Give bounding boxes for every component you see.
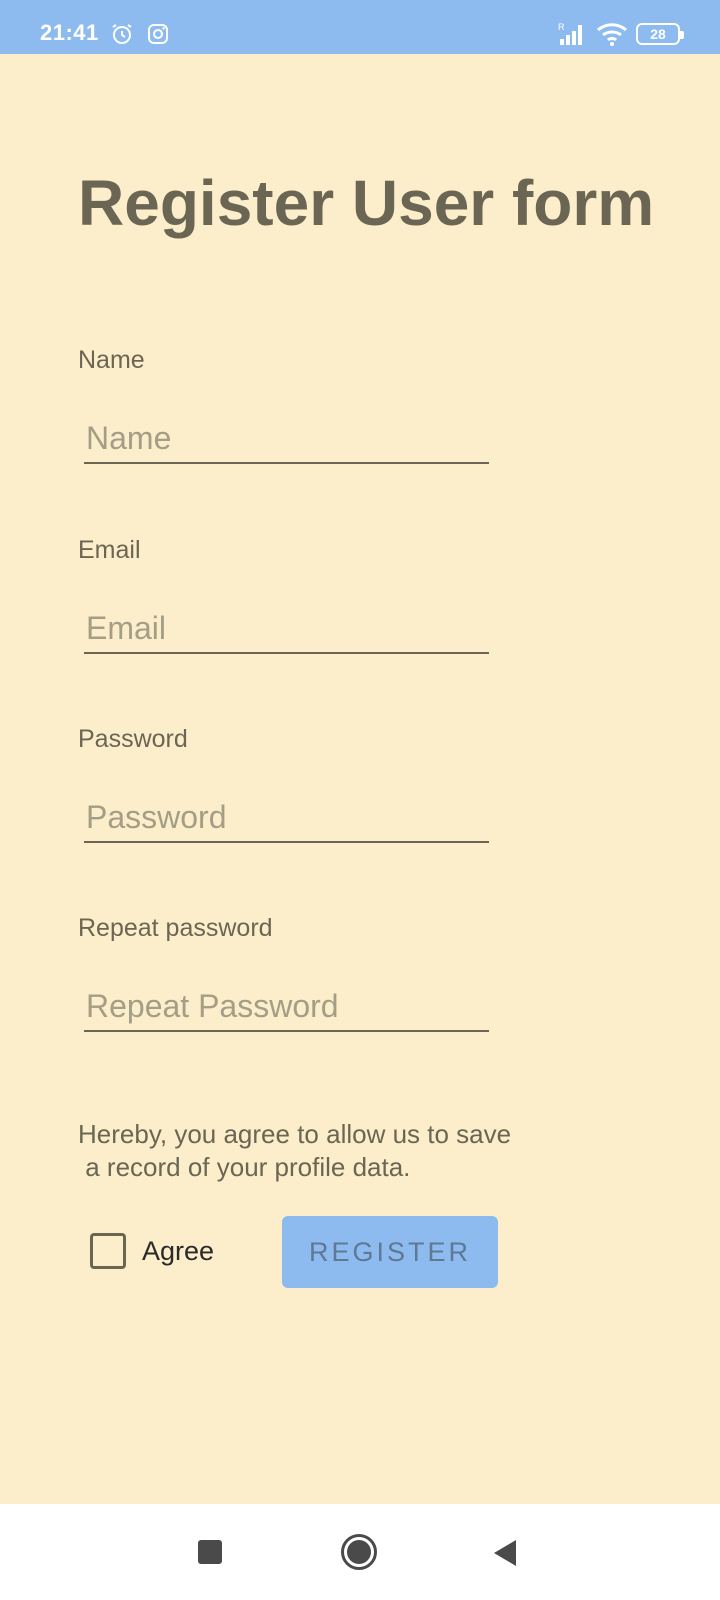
recents-icon[interactable]	[198, 1540, 222, 1564]
back-icon[interactable]	[494, 1540, 516, 1566]
register-button[interactable]: REGISTER	[282, 1216, 498, 1288]
wifi-icon	[596, 20, 628, 48]
home-icon[interactable]	[341, 1534, 377, 1570]
battery-icon: 28	[636, 20, 684, 48]
name-input[interactable]	[84, 418, 489, 464]
instagram-icon	[146, 20, 170, 48]
repeat-password-label: Repeat password	[78, 914, 273, 942]
consent-text: Hereby, you agree to allow us to save a …	[78, 1119, 512, 1182]
alarm-icon	[110, 20, 134, 48]
page-title: Register User form	[78, 167, 655, 239]
name-label: Name	[78, 346, 145, 374]
status-time: 21:41	[40, 20, 99, 45]
password-input[interactable]	[84, 797, 489, 843]
email-input[interactable]	[84, 608, 489, 654]
agree-label[interactable]: Agree	[142, 1236, 214, 1267]
svg-text:R: R	[558, 22, 565, 32]
status-bar: 21:41 R 28	[0, 0, 720, 54]
agree-checkbox[interactable]	[90, 1233, 126, 1269]
agree-checkbox-row[interactable]: Agree	[90, 1233, 214, 1269]
repeat-password-input[interactable]	[84, 986, 489, 1032]
password-label: Password	[78, 725, 188, 753]
battery-level: 28	[650, 26, 666, 42]
signal-icon: R	[558, 20, 588, 48]
email-label: Email	[78, 536, 141, 564]
